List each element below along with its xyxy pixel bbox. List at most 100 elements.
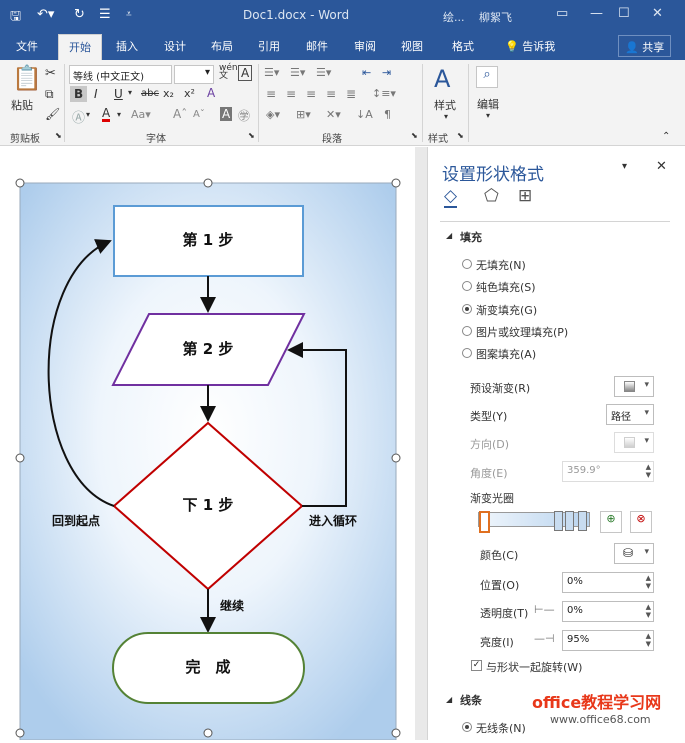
no-line-radio[interactable] <box>462 722 472 732</box>
transparency-slider[interactable]: ⊢— <box>534 603 555 616</box>
spinner-icon[interactable]: ▲ ▼ <box>646 463 651 479</box>
character-border-button[interactable]: A <box>238 65 253 81</box>
size-properties-icon[interactable]: ⊞ <box>518 186 532 206</box>
bullets-icon[interactable]: ☰▾ <box>264 66 279 79</box>
rotate-with-shape-checkbox[interactable]: ✓ <box>471 660 482 671</box>
ribbon-display-icon[interactable]: ▭ <box>556 6 568 21</box>
collapse-icon[interactable]: ◢ <box>446 231 452 240</box>
solid-fill-radio[interactable] <box>462 281 472 291</box>
gradient-stop[interactable] <box>554 511 563 531</box>
flowchart-canvas[interactable]: 第 1 步 第 2 步 下 1 步 完 成 回到起点 进入循环 继续 <box>0 147 415 741</box>
shading-icon[interactable]: ◈▾ <box>266 108 280 121</box>
tell-me-search[interactable]: 💡 告诉我 <box>505 38 555 54</box>
decrease-indent-icon[interactable]: ⇤ <box>362 66 371 79</box>
maximize-icon[interactable]: ☐ <box>618 6 630 21</box>
resize-handle[interactable] <box>203 178 213 188</box>
tab-insert[interactable]: 插入 <box>116 38 138 54</box>
tab-references[interactable]: 引用 <box>258 38 280 54</box>
subscript-button[interactable]: x₂ <box>163 87 174 100</box>
share-button[interactable]: 👤 共享 <box>618 35 672 57</box>
spinner-icon[interactable]: ▲ ▼ <box>646 603 651 619</box>
no-fill-label[interactable]: 无填充(N) <box>476 257 526 273</box>
pane-options-icon[interactable]: ▾ <box>622 161 627 172</box>
cut-icon[interactable]: ✂ <box>45 66 56 81</box>
chinese-layout-icon[interactable]: ✕▾ <box>326 108 341 121</box>
tab-home[interactable]: 开始 <box>58 34 102 60</box>
styles-button[interactable]: 样式 <box>434 97 456 113</box>
redo-icon[interactable]: ↻ <box>74 7 85 22</box>
gradient-fill-radio[interactable] <box>462 304 472 314</box>
styles-icon[interactable]: A <box>434 65 450 93</box>
copy-icon[interactable]: ⧉ <box>45 87 54 102</box>
borders-icon[interactable]: ⊞▾ <box>296 108 311 121</box>
save-icon[interactable]: 🖫 <box>10 7 21 29</box>
multilevel-list-icon[interactable]: ☰▾ <box>316 66 331 79</box>
paste-button[interactable]: 粘贴 <box>11 97 33 113</box>
align-right-icon[interactable]: ≡ <box>306 87 316 101</box>
clipboard-icon[interactable]: 📋 <box>12 64 42 92</box>
layout-icon[interactable]: ☰ <box>99 7 111 22</box>
dialog-launcher-icon[interactable]: ⬊ <box>248 131 255 140</box>
resize-handle[interactable] <box>15 728 25 738</box>
undo-icon[interactable]: ↶▾ <box>37 7 54 22</box>
close-pane-icon[interactable]: ✕ <box>656 159 667 174</box>
tab-file[interactable]: 文件 <box>16 38 38 54</box>
add-stop-icon[interactable]: ⊕ <box>600 511 622 533</box>
shrink-font-icon[interactable]: Aˇ <box>193 109 205 120</box>
phonetic-guide-button[interactable]: wén 文 <box>219 64 238 81</box>
tab-view[interactable]: 视图 <box>401 38 423 54</box>
underline-button[interactable]: U <box>114 87 123 101</box>
pattern-fill-label[interactable]: 图案填充(A) <box>476 346 536 362</box>
gradient-fill-label[interactable]: 渐变填充(G) <box>476 302 537 318</box>
tab-mailings[interactable]: 邮件 <box>306 38 328 54</box>
picture-fill-radio[interactable] <box>462 326 472 336</box>
customize-quick-access-icon[interactable]: ⩡ <box>126 9 132 20</box>
fill-section-title[interactable]: 填充 <box>460 229 482 245</box>
distributed-icon[interactable]: ≣ <box>346 87 356 101</box>
resize-handle[interactable] <box>391 728 401 738</box>
format-painter-icon[interactable]: 🖌 <box>45 107 60 121</box>
angle-input[interactable]: 359.9° ▲ ▼ <box>562 461 654 482</box>
align-center-icon[interactable]: ≡ <box>286 87 296 101</box>
pattern-fill-radio[interactable] <box>462 348 472 358</box>
tab-design[interactable]: 设计 <box>164 38 186 54</box>
type-dropdown[interactable]: 路径 <box>606 404 654 425</box>
bold-button[interactable]: B <box>70 86 88 102</box>
resize-handle[interactable] <box>391 178 401 188</box>
gradient-stop[interactable] <box>578 511 587 531</box>
minimize-icon[interactable]: — <box>590 6 603 21</box>
change-case-icon[interactable]: Aa▾ <box>131 108 151 121</box>
dialog-launcher-icon[interactable]: ⬊ <box>411 131 418 140</box>
position-input[interactable]: 0% ▲ ▼ <box>562 572 654 593</box>
picture-fill-label[interactable]: 图片或纹理填充(P) <box>476 324 568 340</box>
brightness-slider[interactable]: —⊣ <box>534 632 555 645</box>
dialog-launcher-icon[interactable]: ⬊ <box>55 131 62 140</box>
no-line-label[interactable]: 无线条(N) <box>476 720 526 736</box>
transparency-input[interactable]: 0% ▲ ▼ <box>562 601 654 622</box>
editing-button[interactable]: 编辑 <box>477 96 499 112</box>
sort-icon[interactable]: ↓A <box>356 108 373 121</box>
show-marks-icon[interactable]: ¶ <box>384 108 391 121</box>
resize-handle[interactable] <box>15 178 25 188</box>
chevron-down-icon[interactable]: ▾ <box>128 88 132 97</box>
fill-line-icon[interactable]: ◇ <box>444 186 458 208</box>
solid-fill-label[interactable]: 纯色填充(S) <box>476 279 536 295</box>
tab-layout[interactable]: 布局 <box>211 38 233 54</box>
spinner-icon[interactable]: ▲ ▼ <box>646 632 651 648</box>
line-section-title[interactable]: 线条 <box>460 692 482 708</box>
numbering-icon[interactable]: ☰▾ <box>290 66 305 79</box>
align-left-icon[interactable]: ≡ <box>266 87 276 101</box>
font-size-select[interactable]: ▾ <box>174 65 214 84</box>
font-name-select[interactable]: 等线 (中文正文) <box>69 65 172 84</box>
vertical-scrollbar[interactable] <box>415 147 427 740</box>
font-color-icon[interactable]: A <box>102 107 111 122</box>
collapse-icon[interactable]: ◢ <box>446 695 452 704</box>
user-name[interactable]: 柳絮飞 <box>479 9 512 25</box>
gradient-stop-selected[interactable] <box>479 511 490 533</box>
no-fill-radio[interactable] <box>462 259 472 269</box>
color-picker-dropdown[interactable]: ⛁ <box>614 543 654 564</box>
superscript-button[interactable]: x² <box>184 87 195 100</box>
chevron-down-icon[interactable]: ▾ <box>444 112 448 121</box>
tab-format[interactable]: 格式 <box>452 38 474 54</box>
remove-stop-icon[interactable]: ⊗ <box>630 511 652 533</box>
